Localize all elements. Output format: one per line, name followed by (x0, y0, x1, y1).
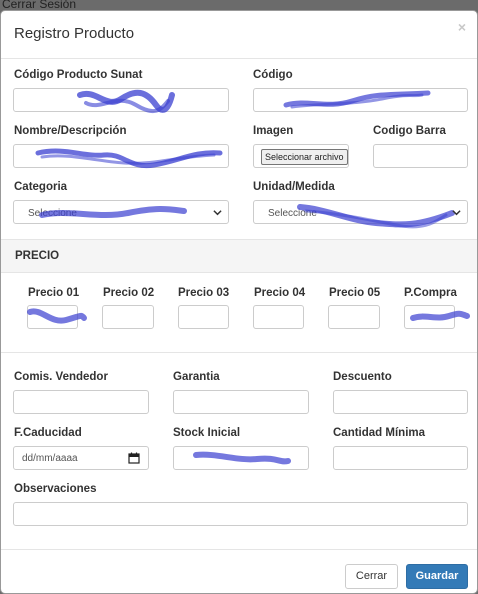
date-placeholder: dd/mm/aaaa (22, 453, 78, 464)
redaction-scribble (283, 90, 431, 109)
imagen-label: Imagen (253, 125, 294, 137)
observaciones-input[interactable] (13, 502, 468, 526)
categoria-selected-value: Seleccione (28, 208, 77, 219)
garantia-label: Garantia (173, 371, 220, 383)
categoria-label: Categoria (14, 181, 68, 193)
precio-01-label: Precio 01 (28, 287, 80, 299)
precio-04-input[interactable] (253, 305, 304, 329)
precio-05-input[interactable] (328, 305, 380, 329)
unidad-selected-value: Seleccione (268, 208, 317, 219)
imagen-file-input[interactable]: Seleccionar archivo (253, 144, 349, 168)
precio-compra-input[interactable] (404, 305, 470, 329)
cerrar-button[interactable]: Cerrar (345, 564, 398, 589)
precio-compra-label: P.Compra (404, 287, 457, 299)
fecha-caducidad-input[interactable]: dd/mm/aaaa (13, 446, 149, 470)
codigo-barra-label: Codigo Barra (373, 125, 446, 137)
nombre-input[interactable] (13, 144, 229, 169)
categoria-select[interactable]: Seleccione (13, 200, 229, 224)
precio-section-header: PRECIO (1, 239, 477, 273)
garantia-input[interactable] (173, 390, 309, 414)
product-register-modal: Registro Producto × Código Producto Suna… (0, 10, 478, 594)
comision-vendedor-input[interactable] (13, 390, 149, 414)
codigo-sunat-input[interactable] (13, 88, 229, 114)
redaction-scribble (297, 204, 455, 229)
modal-title: Registro Producto (14, 25, 135, 42)
descuento-label: Descuento (333, 371, 392, 383)
cantidad-minima-input[interactable] (333, 446, 468, 470)
codigo-input[interactable] (253, 88, 468, 112)
redaction-scribble (410, 310, 470, 321)
fecha-caducidad-label: F.Caducidad (14, 427, 82, 439)
codigo-label: Código (253, 69, 293, 81)
unidad-label: Unidad/Medida (253, 181, 335, 193)
modal-header: Registro Producto × (1, 11, 477, 59)
precio-03-label: Precio 03 (178, 287, 230, 299)
chevron-down-icon (452, 210, 461, 216)
redaction-scribble (35, 148, 223, 169)
precio-section-title: PRECIO (15, 250, 60, 262)
comision-vendedor-label: Comis. Vendedor (14, 371, 108, 383)
stock-inicial-label: Stock Inicial (173, 427, 241, 439)
codigo-sunat-label: Código Producto Sunat (14, 69, 143, 81)
precio-01-input[interactable] (27, 305, 87, 329)
redaction-scribble (193, 451, 291, 465)
cantidad-minima-label: Cantidad Mínima (333, 427, 426, 439)
precio-02-label: Precio 02 (103, 287, 155, 299)
guardar-button[interactable]: Guardar (406, 564, 468, 589)
close-icon[interactable]: × (458, 19, 466, 35)
precio-03-input[interactable] (178, 305, 229, 329)
redaction-scribble (27, 308, 87, 324)
choose-file-button[interactable]: Seleccionar archivo (261, 149, 348, 165)
precio-02-input[interactable] (102, 305, 154, 329)
footer-divider (1, 549, 477, 550)
codigo-barra-input[interactable] (373, 144, 468, 168)
observaciones-label: Observaciones (14, 483, 97, 495)
section-divider (1, 352, 477, 353)
precio-04-label: Precio 04 (254, 287, 306, 299)
calendar-icon[interactable] (128, 452, 140, 464)
redaction-scribble (77, 89, 175, 114)
unidad-select[interactable]: Seleccione (253, 200, 468, 229)
nombre-label: Nombre/Descripción (14, 125, 127, 137)
stock-inicial-input[interactable] (173, 446, 309, 470)
descuento-input[interactable] (333, 390, 468, 414)
chevron-down-icon (213, 210, 222, 216)
precio-05-label: Precio 05 (329, 287, 381, 299)
